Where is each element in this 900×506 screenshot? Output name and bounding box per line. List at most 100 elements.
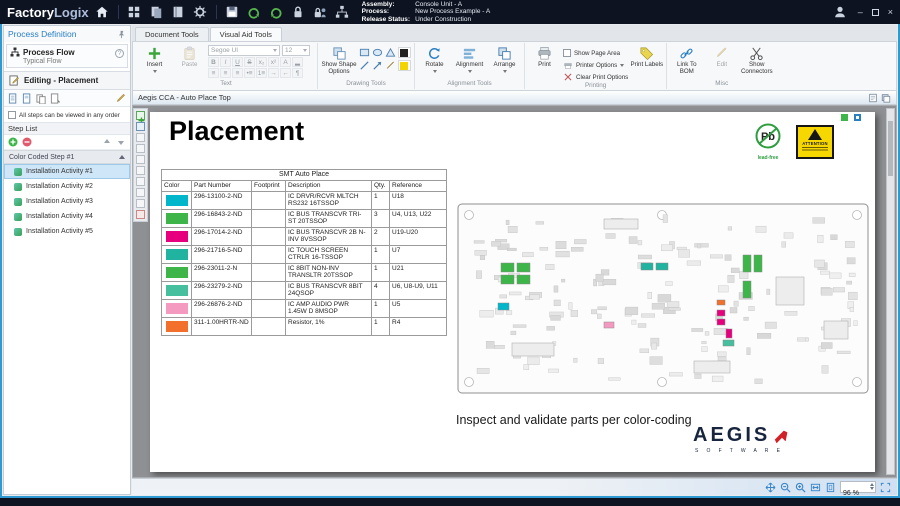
step-list-item[interactable]: Installation Activity #3 — [4, 194, 130, 209]
show-page-area-checkbox[interactable] — [563, 49, 571, 57]
collapse-caret-icon[interactable] — [119, 155, 125, 159]
show-shape-options-button[interactable]: Show Shape Options — [321, 45, 357, 75]
pin-icon[interactable] — [117, 30, 126, 39]
tab-document-tools[interactable]: Document Tools — [135, 27, 209, 41]
settings-gear-icon[interactable] — [192, 4, 209, 21]
line-color-picker[interactable] — [398, 47, 411, 58]
permissions-lock-icon[interactable] — [312, 4, 329, 21]
outdent-icon[interactable]: ← — [280, 68, 291, 78]
align-left-icon[interactable]: ≡ — [208, 68, 219, 78]
zoom-spinner[interactable] — [870, 483, 874, 490]
clear-print-options-button[interactable]: Clear Print Options — [563, 72, 628, 82]
grid-tool-icon[interactable] — [136, 122, 145, 131]
edit-connectors-button[interactable]: Edit — [705, 45, 738, 69]
superscript-icon[interactable]: x² — [268, 57, 279, 67]
move-down-icon[interactable] — [116, 137, 126, 147]
step-list-item[interactable]: Installation Activity #4 — [4, 209, 130, 224]
vertical-scrollbar[interactable] — [886, 108, 895, 475]
scrollbar-thumb[interactable] — [888, 121, 893, 176]
indent-icon[interactable]: → — [268, 68, 279, 78]
show-page-area-toggle[interactable]: Show Page Area — [563, 48, 628, 58]
order-checkbox[interactable] — [8, 111, 16, 119]
line-shape-icon[interactable] — [359, 60, 370, 71]
paragraph-icon[interactable]: ¶ — [292, 68, 303, 78]
zoom-out-icon[interactable] — [780, 482, 791, 493]
redo-icon[interactable] — [268, 4, 285, 21]
show-connectors-button[interactable]: Show Connectors — [740, 45, 773, 75]
pan-icon[interactable] — [765, 482, 776, 493]
printer-options-button[interactable]: Printer Options — [563, 60, 628, 70]
insert-button[interactable]: Insert — [138, 45, 171, 73]
zoom-in-icon[interactable] — [795, 482, 806, 493]
delete-tool-icon[interactable] — [136, 210, 145, 219]
highlight-icon[interactable]: ▂ — [292, 57, 303, 67]
step-group-header[interactable]: Color Coded Step #1 — [4, 150, 130, 164]
dashboard-icon[interactable] — [126, 4, 143, 21]
font-color-icon[interactable]: A — [280, 57, 291, 67]
pencil-draw-icon[interactable] — [385, 60, 396, 71]
measure-tool-icon[interactable] — [136, 199, 145, 208]
doc-tool-4-icon[interactable] — [50, 93, 61, 104]
rotate-button[interactable]: Rotate — [418, 45, 451, 73]
step-list-item[interactable]: Installation Activity #5 — [4, 224, 130, 239]
doc-tool-1-icon[interactable] — [8, 93, 19, 104]
image-tool-icon[interactable] — [136, 144, 145, 153]
step-list-item[interactable]: Installation Activity #2 — [4, 179, 130, 194]
close-button[interactable]: × — [888, 8, 893, 17]
table-tool-icon[interactable] — [136, 166, 145, 175]
green-handle[interactable] — [841, 114, 848, 121]
zoom-level-input[interactable] — [841, 489, 875, 499]
shape-tool-icon[interactable] — [136, 155, 145, 164]
triangle-shape-icon[interactable] — [385, 47, 396, 58]
home-icon[interactable] — [94, 4, 111, 21]
layers-icon[interactable] — [881, 93, 891, 103]
blue-handle[interactable] — [854, 114, 861, 121]
italic-icon[interactable]: I — [220, 57, 231, 67]
move-up-icon[interactable] — [102, 137, 112, 147]
callout-tool-icon[interactable] — [136, 177, 145, 186]
number-list-icon[interactable]: 1≡ — [256, 68, 267, 78]
remove-step-icon[interactable] — [22, 137, 32, 147]
fullscreen-icon[interactable] — [880, 482, 891, 493]
process-tree-icon[interactable] — [334, 4, 351, 21]
print-button[interactable]: Print — [528, 45, 561, 69]
text-tool-icon[interactable] — [136, 133, 145, 142]
fit-page-icon[interactable] — [825, 482, 836, 493]
add-annotation-icon[interactable] — [136, 111, 145, 120]
library-icon[interactable] — [170, 4, 187, 21]
lock-icon[interactable] — [290, 4, 307, 21]
font-size-select[interactable]: 12 — [282, 45, 310, 56]
alignment-button[interactable]: Alignment — [453, 45, 486, 73]
fit-width-icon[interactable] — [810, 482, 821, 493]
tab-visual-aid-tools[interactable]: Visual Aid Tools — [210, 27, 282, 41]
font-name-select[interactable]: Segoe UI — [208, 45, 280, 56]
arrow-shape-icon[interactable] — [372, 60, 383, 71]
process-flow-box[interactable]: Process Flow Typical Flow ? — [6, 44, 128, 68]
print-labels-button[interactable]: Print Labels — [630, 45, 663, 69]
align-right-icon[interactable]: ≡ — [232, 68, 243, 78]
link-to-bom-button[interactable]: Link To BOM — [670, 45, 703, 75]
undo-icon[interactable] — [246, 4, 263, 21]
edit-pencil-icon[interactable] — [115, 93, 126, 104]
step-list-item[interactable]: Installation Activity #1 — [4, 164, 130, 179]
bold-icon[interactable]: B — [208, 57, 219, 67]
strikethrough-icon[interactable]: S — [244, 57, 255, 67]
order-checkbox-row[interactable]: All steps can be viewed in any order — [4, 107, 130, 122]
subscript-icon[interactable]: x₂ — [256, 57, 267, 67]
paste-button[interactable]: Paste — [173, 45, 206, 69]
rectangle-shape-icon[interactable] — [359, 47, 370, 58]
minimize-button[interactable]: – — [858, 8, 863, 17]
restore-button[interactable] — [872, 9, 879, 16]
stamp-tool-icon[interactable] — [136, 188, 145, 197]
document-page[interactable]: Placement Pb lead-free — [150, 112, 875, 472]
add-step-icon[interactable] — [8, 137, 18, 147]
underline-icon[interactable]: U — [232, 57, 243, 67]
doc-tool-2-icon[interactable] — [22, 93, 33, 104]
ellipse-shape-icon[interactable] — [372, 47, 383, 58]
doc-tool-3-icon[interactable] — [36, 93, 47, 104]
document-canvas[interactable]: Placement Pb lead-free — [132, 105, 897, 478]
save-icon[interactable] — [224, 4, 241, 21]
fill-color-picker[interactable] — [398, 60, 411, 71]
documents-icon[interactable] — [148, 4, 165, 21]
bullet-list-icon[interactable]: •≡ — [244, 68, 255, 78]
